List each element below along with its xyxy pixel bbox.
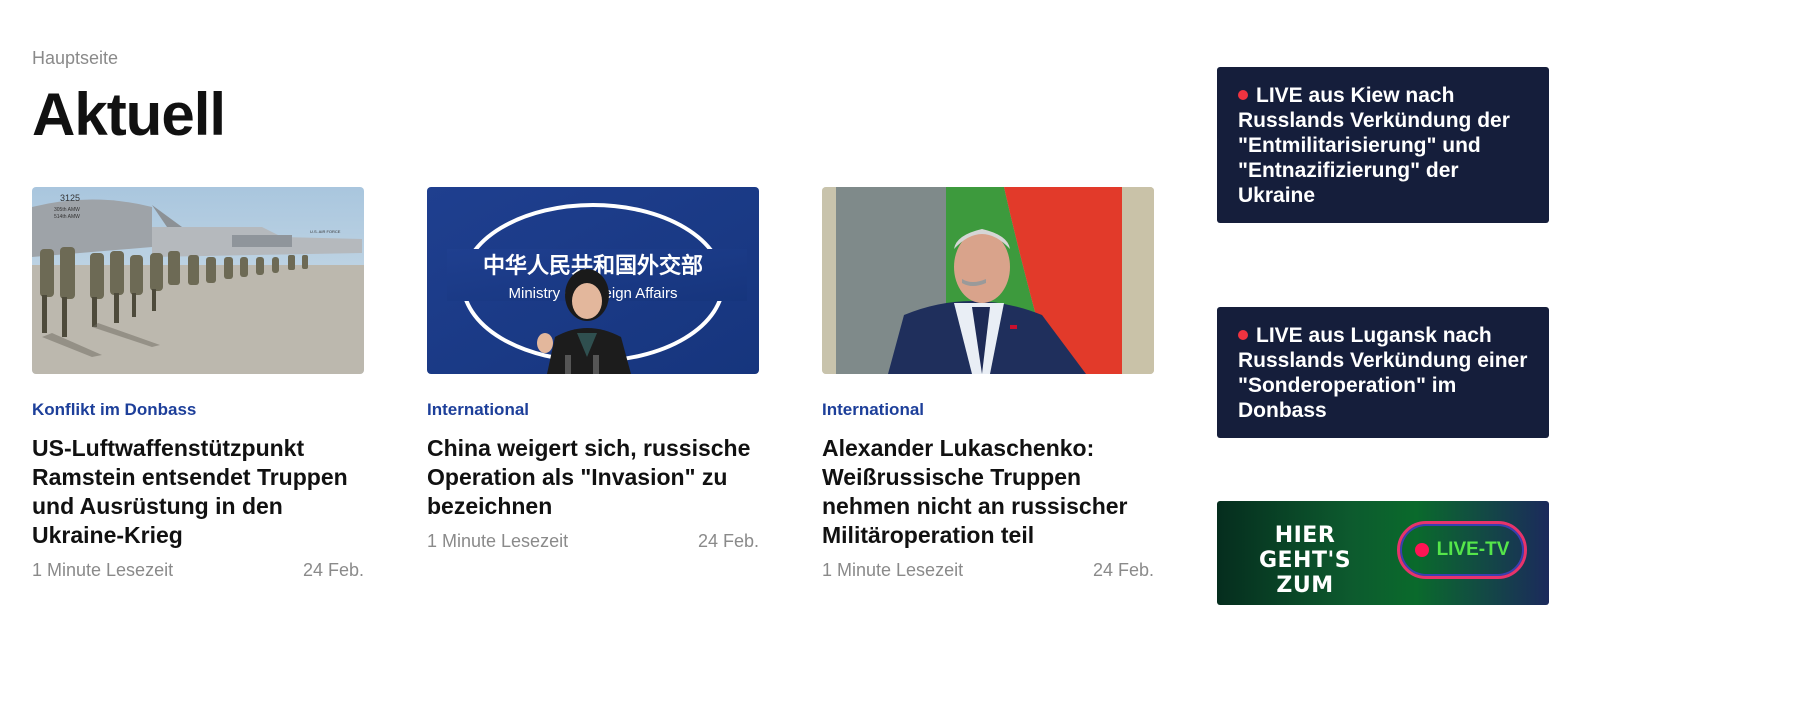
tv-banner-line: GEHT'S ZUM [1258,548,1352,598]
article-card[interactable]: 中华人民共和国外交部 Ministry of Foreign Affairs I… [427,187,759,552]
page-title: Aktuell [32,81,226,148]
tv-banner-text: HIER GEHT'S ZUM [1245,523,1365,598]
article-date: 24 Feb. [697,531,759,551]
live-tv-label: LIVE-TV [1436,539,1510,560]
reading-time: 1 Minute Lesezeit [822,560,964,580]
live-stream-card-kiew[interactable]: LIVE aus Kiew nach Russlands Verkündung … [1217,67,1549,223]
record-dot-icon [1414,543,1429,557]
aircraft-marking: 514th AMW [54,214,80,220]
article-meta: 1 Minute Lesezeit 24 Feb. [427,531,759,552]
article-image-china-press[interactable]: 中华人民共和国外交部 Ministry of Foreign Affairs [427,187,759,374]
article-category[interactable]: International [822,400,1154,420]
article-image-ramstein[interactable]: 3125 305th AMW 514th AMW U.S. AIR FORCE [32,187,364,374]
article-card[interactable]: International Alexander Lukaschenko: Wei… [822,187,1154,581]
tv-banner-line: HIER [1274,523,1336,548]
aircraft-marking: U.S. AIR FORCE [310,229,341,234]
article-headline[interactable]: US-Luftwaffenstützpunkt Ramstein entsend… [32,434,364,550]
aircraft-tail-number: 3125 [60,193,80,203]
live-dot-icon [1238,330,1248,340]
article-card[interactable]: 3125 305th AMW 514th AMW U.S. AIR FORCE [32,187,364,581]
article-image-lukashenko[interactable] [822,187,1154,374]
article-headline[interactable]: China weigert sich, russische Operation … [427,434,759,521]
live-stream-card-lugansk[interactable]: LIVE aus Lugansk nach Russlands Verkündu… [1217,307,1549,438]
live-tv-banner[interactable]: HIER GEHT'S ZUM LIVE-TV [1217,501,1549,605]
article-category[interactable]: Konflikt im Donbass [32,400,364,420]
article-date: 24 Feb. [302,560,364,580]
article-category[interactable]: International [427,400,759,420]
aircraft-marking: 305th AMW [54,207,80,213]
reading-time: 1 Minute Lesezeit [427,531,569,551]
live-stream-title[interactable]: LIVE aus Kiew nach Russlands Verkündung … [1238,84,1510,207]
article-meta: 1 Minute Lesezeit 24 Feb. [32,560,364,581]
breadcrumb[interactable]: Hauptseite [32,48,118,69]
article-list: 3125 305th AMW 514th AMW U.S. AIR FORCE [32,187,1154,607]
article-meta: 1 Minute Lesezeit 24 Feb. [822,560,1154,581]
article-headline[interactable]: Alexander Lukaschenko: Weißrussische Tru… [822,434,1154,550]
reading-time: 1 Minute Lesezeit [32,560,174,580]
article-date: 24 Feb. [1092,560,1154,580]
live-dot-icon [1238,90,1248,100]
live-stream-title[interactable]: LIVE aus Lugansk nach Russlands Verkündu… [1238,324,1527,422]
live-tv-button[interactable]: LIVE-TV [1397,521,1527,579]
